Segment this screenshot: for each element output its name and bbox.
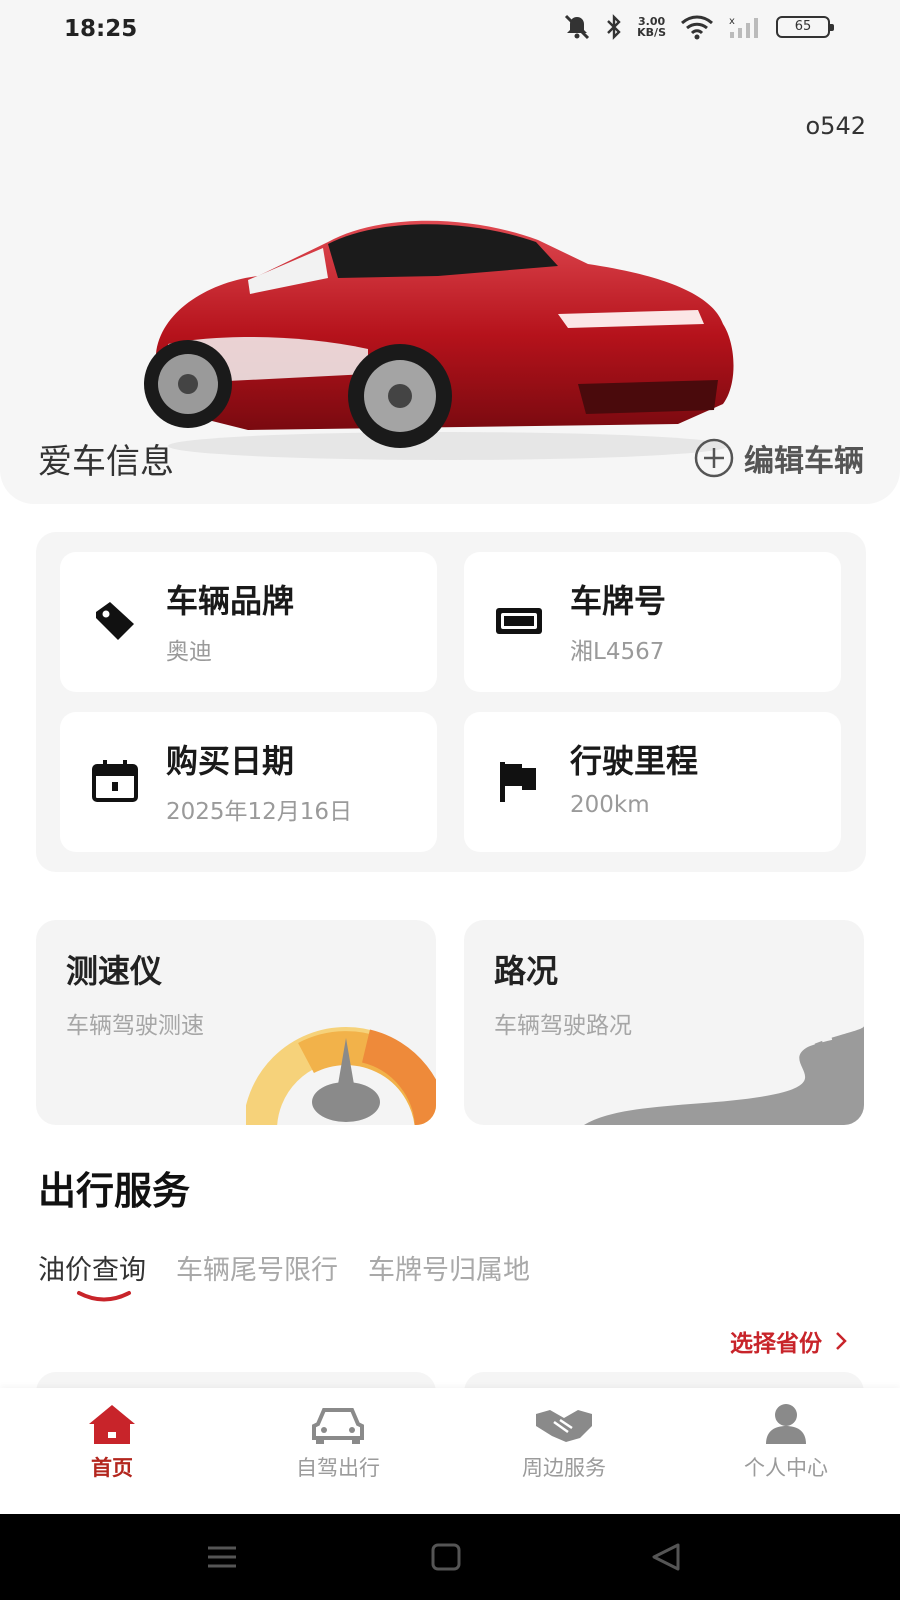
mileage-value: 200km [570, 792, 650, 818]
car-image [144, 220, 734, 460]
tab-plate-restriction[interactable]: 车辆尾号限行 [176, 1248, 338, 1287]
tabbar-nearby[interactable]: 周边服务 [484, 1402, 644, 1482]
net-speed: 3.00 KB/S [637, 15, 666, 39]
status-icons: 3.00 KB/S x 65 [563, 14, 834, 40]
edit-vehicle-label: 编辑车辆 [744, 444, 864, 479]
back-icon[interactable] [650, 1542, 682, 1572]
plate-label: 车牌号 [570, 582, 667, 620]
svg-text:x: x [729, 16, 735, 27]
brand-card[interactable]: 车辆品牌 奥迪 [60, 552, 437, 692]
bluetooth-icon [607, 14, 621, 40]
services-title: 出行服务 [38, 1169, 191, 1213]
tabbar-profile-label: 个人中心 [744, 1456, 828, 1480]
hero-section: o542 爱车信息 编辑车辆 [0, 64, 900, 504]
status-time: 18:25 [64, 16, 138, 42]
purchase-date-label: 购买日期 [166, 742, 295, 780]
wifi-icon [681, 15, 713, 40]
vehicle-info-panel: 车辆品牌 奥迪 车牌号 湘L4567 购买日期 2025年12月16日 行驶里程… [36, 532, 866, 872]
tabbar-self-drive-label: 自驾出行 [296, 1456, 380, 1480]
plus-circle-icon [694, 438, 734, 478]
chevron-right-icon [836, 1332, 847, 1350]
services-tabs: 油价查询 车辆尾号限行 车牌号归属地 [38, 1248, 530, 1287]
hero-title: 爱车信息 [38, 442, 174, 482]
road-icon [584, 1026, 864, 1125]
choose-province-button[interactable]: 选择省份 [730, 1324, 848, 1358]
home-icon [89, 1405, 135, 1444]
plate-value: 湘L4567 [570, 639, 665, 665]
handshake-icon [536, 1410, 592, 1442]
flag-icon [500, 762, 536, 802]
brand-label: 车辆品牌 [166, 582, 295, 620]
edit-vehicle-button[interactable]: 编辑车辆 [694, 436, 864, 480]
speedometer-title: 测速仪 [66, 952, 163, 990]
bottom-tab-bar: 首页 自驾出行 周边服务 个人中心 [0, 1388, 900, 1514]
mileage-label: 行驶里程 [570, 742, 699, 780]
tabbar-nearby-label: 周边服务 [522, 1456, 606, 1480]
mute-icon [565, 14, 590, 40]
tag-icon [96, 602, 134, 640]
tabbar-home-label: 首页 [91, 1456, 133, 1480]
tab-oil-price[interactable]: 油价查询 [38, 1248, 146, 1287]
purchase-date-card[interactable]: 购买日期 2025年12月16日 [60, 712, 437, 852]
plate-card[interactable]: 车牌号 湘L4567 [464, 552, 841, 692]
active-tab-indicator [77, 1291, 131, 1302]
menu-icon[interactable] [206, 1542, 238, 1572]
road-condition-card[interactable]: 路况 车辆驾驶路况 [464, 920, 864, 1125]
calendar-icon [92, 760, 138, 802]
car-icon [312, 1408, 364, 1444]
status-bar: 18:25 3.00 KB/S x 65 [0, 0, 900, 64]
tabbar-profile[interactable]: 个人中心 [706, 1402, 866, 1482]
license-plate-icon [496, 608, 542, 634]
purchase-date-value: 2025年12月16日 [166, 799, 353, 825]
tab-plate-origin[interactable]: 车牌号归属地 [368, 1248, 530, 1287]
speedometer-icon [246, 1027, 436, 1125]
tabbar-home[interactable]: 首页 [32, 1402, 192, 1482]
tabbar-self-drive[interactable]: 自驾出行 [258, 1402, 418, 1482]
choose-province-label: 选择省份 [730, 1331, 822, 1357]
battery-indicator: 65 [776, 16, 834, 38]
signal-icon: x [729, 16, 758, 38]
speedometer-subtitle: 车辆驾驶测速 [66, 1013, 204, 1039]
system-nav-bar [0, 1514, 900, 1600]
road-condition-title: 路况 [494, 952, 559, 990]
person-icon [766, 1404, 806, 1444]
brand-value: 奥迪 [166, 639, 212, 665]
home-button-icon[interactable] [430, 1542, 462, 1572]
hero-code: o542 [805, 112, 867, 140]
mileage-card[interactable]: 行驶里程 200km [464, 712, 841, 852]
speedometer-card[interactable]: 测速仪 车辆驾驶测速 [36, 920, 436, 1125]
